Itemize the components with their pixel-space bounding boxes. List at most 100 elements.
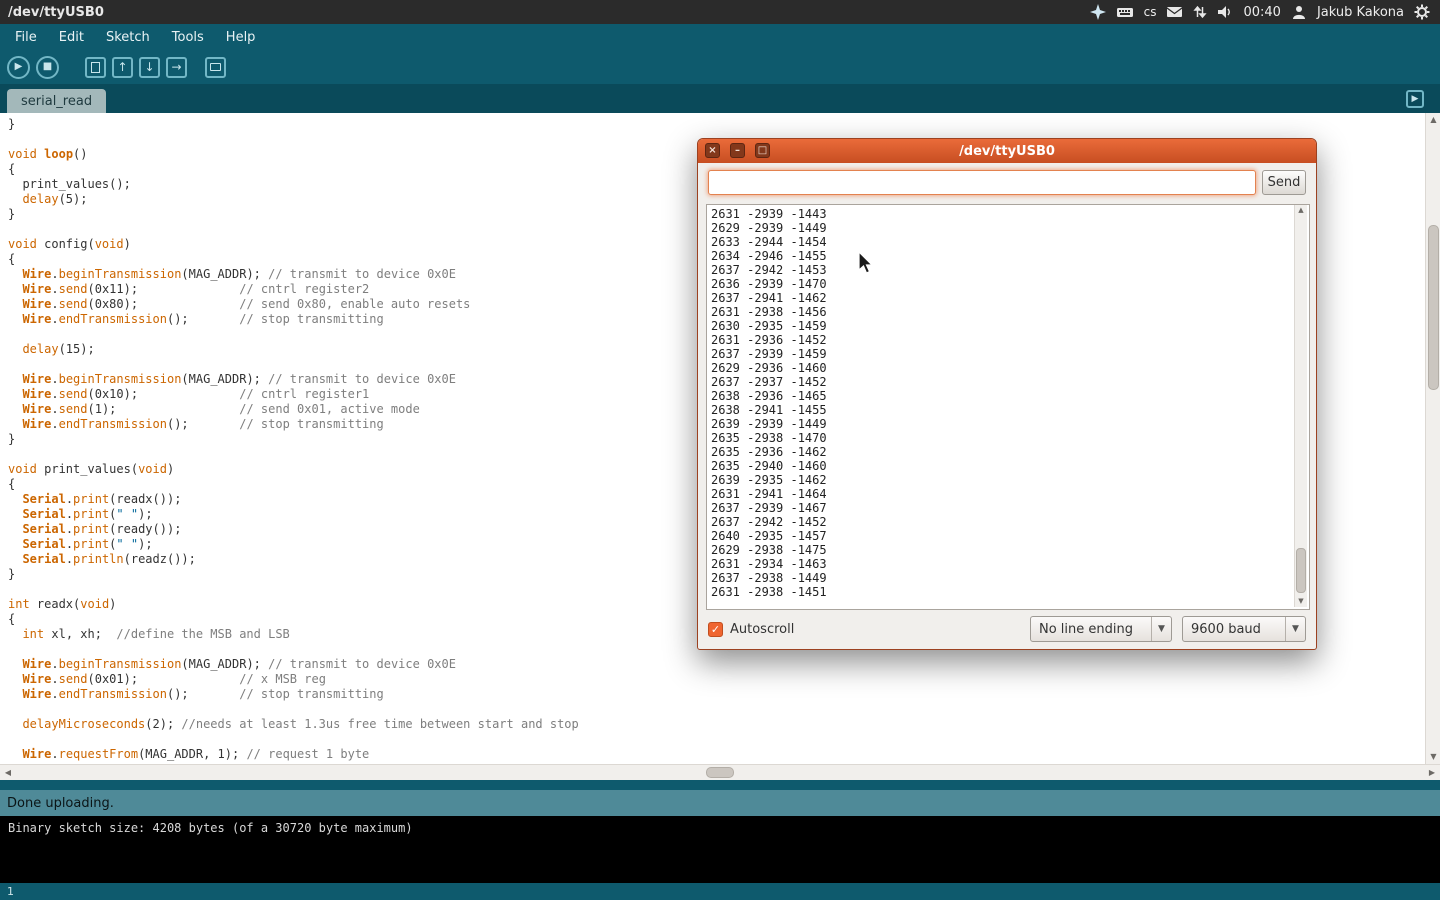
serial-line: 2629 -2936 -1460 — [711, 361, 1305, 375]
scroll-left-icon[interactable]: ◀ — [0, 765, 16, 781]
editor-horizontal-scrollbar[interactable]: ◀ ▶ — [0, 764, 1440, 780]
minimize-icon: – — [735, 145, 740, 156]
serial-line: 2631 -2936 -1452 — [711, 333, 1305, 347]
serial-line: 2633 -2944 -1454 — [711, 235, 1305, 249]
tab-bar: serial_read ▶ — [0, 84, 1440, 113]
horizontal-scroll-thumb[interactable] — [706, 767, 734, 778]
status-bar: Done uploading. — [0, 790, 1440, 816]
serial-window-titlebar[interactable]: × – □ /dev/ttyUSB0 — [698, 139, 1316, 163]
serial-line: 2636 -2939 -1470 — [711, 277, 1305, 291]
code-line: delayMicroseconds(2); //needs at least 1… — [8, 717, 1440, 732]
system-panel: /dev/ttyUSB0 cs 00:40 Jakub Kakona — [0, 0, 1440, 24]
vertical-scroll-thumb[interactable] — [1428, 225, 1439, 390]
line-number-indicator: 1 — [7, 885, 14, 898]
save-button[interactable]: ↓ — [139, 57, 160, 78]
menu-item-file[interactable]: File — [4, 26, 48, 49]
serial-line: 2639 -2935 -1462 — [711, 473, 1305, 487]
serial-line: 2637 -2937 -1452 — [711, 375, 1305, 389]
serial-monitor-icon — [210, 63, 221, 71]
serial-line: 2637 -2939 -1459 — [711, 347, 1305, 361]
serial-line: 2635 -2936 -1462 — [711, 445, 1305, 459]
tab-menu-button[interactable]: ▶ — [1406, 90, 1424, 108]
system-tray: cs 00:40 Jakub Kakona — [1090, 4, 1440, 20]
editor-vertical-scrollbar[interactable]: ▲ ▼ — [1425, 113, 1440, 764]
serial-line: 2634 -2946 -1455 — [711, 249, 1305, 263]
baud-rate-select[interactable]: 9600 baud ▼ — [1182, 616, 1306, 642]
code-line — [8, 702, 1440, 717]
menu-item-tools[interactable]: Tools — [161, 26, 215, 49]
chevron-down-icon: ▼ — [1285, 617, 1305, 641]
serial-scroll-up-icon[interactable]: ▲ — [1295, 205, 1307, 216]
code-line — [8, 732, 1440, 747]
menu-item-help[interactable]: Help — [215, 26, 267, 49]
minimize-button[interactable]: – — [730, 143, 745, 158]
serial-line: 2638 -2936 -1465 — [711, 389, 1305, 403]
code-line: } — [8, 117, 1440, 132]
serial-line: 2635 -2938 -1470 — [711, 431, 1305, 445]
code-line: Wire.send(0x01); // x MSB reg — [8, 672, 1440, 687]
chevron-down-icon: ▼ — [1151, 617, 1171, 641]
serial-scroll-down-icon[interactable]: ▼ — [1295, 596, 1307, 607]
serial-input[interactable] — [708, 170, 1256, 195]
panel-window-title: /dev/ttyUSB0 — [0, 5, 104, 20]
serial-line: 2637 -2938 -1449 — [711, 571, 1305, 585]
keyboard-icon[interactable] — [1116, 4, 1134, 20]
serial-line: 2631 -2941 -1464 — [711, 487, 1305, 501]
toolbar: ▶ ■ ↑ ↓ → — [0, 50, 1440, 84]
serial-line: 2637 -2939 -1467 — [711, 501, 1305, 515]
menu-item-edit[interactable]: Edit — [48, 26, 95, 49]
arrow-down-icon: ↓ — [144, 61, 154, 73]
keyboard-layout-indicator[interactable]: cs — [1144, 5, 1157, 19]
stop-button[interactable]: ■ — [36, 56, 59, 79]
mouse-cursor — [858, 251, 876, 279]
tab-menu-icon: ▶ — [1412, 94, 1419, 104]
autoscroll-checkbox[interactable]: ✓ — [708, 622, 723, 637]
console-text: Binary sketch size: 4208 bytes (of a 307… — [8, 821, 413, 835]
serial-scroll-thumb[interactable] — [1296, 548, 1306, 593]
code-line: Wire.beginTransmission(MAG_ADDR); // tra… — [8, 657, 1440, 672]
send-button-label: Send — [1268, 175, 1301, 190]
menu-bar: FileEditSketchToolsHelp — [0, 24, 1440, 50]
serial-output[interactable]: 2631 -2939 -14432629 -2939 -14492633 -29… — [706, 204, 1310, 610]
status-gap — [0, 780, 1440, 790]
serial-monitor-button[interactable] — [205, 57, 226, 78]
serial-line: 2637 -2941 -1462 — [711, 291, 1305, 305]
serial-line: 2631 -2934 -1463 — [711, 557, 1305, 571]
stop-icon: ■ — [43, 62, 52, 72]
baud-rate-value: 9600 baud — [1183, 622, 1285, 637]
gear-icon[interactable] — [1414, 4, 1430, 20]
tab-serial-read[interactable]: serial_read — [7, 89, 106, 113]
volume-icon[interactable] — [1217, 4, 1233, 20]
scroll-right-icon[interactable]: ▶ — [1424, 765, 1440, 781]
serial-window-title: /dev/ttyUSB0 — [959, 144, 1055, 159]
code-line: Wire.requestFrom(MAG_ADDR, 1); // reques… — [8, 747, 1440, 762]
serial-scrollbar[interactable]: ▲ ▼ — [1294, 205, 1307, 607]
verify-button[interactable]: ▶ — [7, 56, 30, 79]
serial-line: 2629 -2938 -1475 — [711, 543, 1305, 557]
mail-icon[interactable] — [1166, 4, 1183, 20]
serial-line: 2635 -2940 -1460 — [711, 459, 1305, 473]
close-button[interactable]: × — [705, 143, 720, 158]
maximize-button[interactable]: □ — [755, 143, 770, 158]
serial-line: 2637 -2942 -1452 — [711, 515, 1305, 529]
serial-line: 2631 -2939 -1443 — [711, 207, 1305, 221]
network-arrows-icon[interactable] — [1193, 4, 1207, 20]
indicator-icon[interactable] — [1090, 4, 1106, 20]
line-ending-select[interactable]: No line ending ▼ — [1030, 616, 1172, 642]
scroll-up-icon[interactable]: ▲ — [1426, 113, 1440, 127]
username-menu[interactable]: Jakub Kakona — [1317, 5, 1404, 20]
new-sketch-button[interactable] — [85, 57, 106, 78]
clock[interactable]: 00:40 — [1243, 5, 1280, 20]
send-button[interactable]: Send — [1262, 170, 1306, 195]
scroll-down-icon[interactable]: ▼ — [1426, 750, 1440, 764]
serial-line: 2630 -2935 -1459 — [711, 319, 1305, 333]
status-message: Done uploading. — [7, 796, 114, 811]
upload-button[interactable]: → — [166, 57, 187, 78]
serial-monitor-window: × – □ /dev/ttyUSB0 Send 2631 -2939 -1443… — [697, 138, 1317, 650]
maximize-icon: □ — [758, 145, 767, 156]
serial-line: 2640 -2935 -1457 — [711, 529, 1305, 543]
serial-line: 2638 -2941 -1455 — [711, 403, 1305, 417]
menu-item-sketch[interactable]: Sketch — [95, 26, 161, 49]
serial-line: 2631 -2938 -1451 — [711, 585, 1305, 599]
open-button[interactable]: ↑ — [112, 57, 133, 78]
